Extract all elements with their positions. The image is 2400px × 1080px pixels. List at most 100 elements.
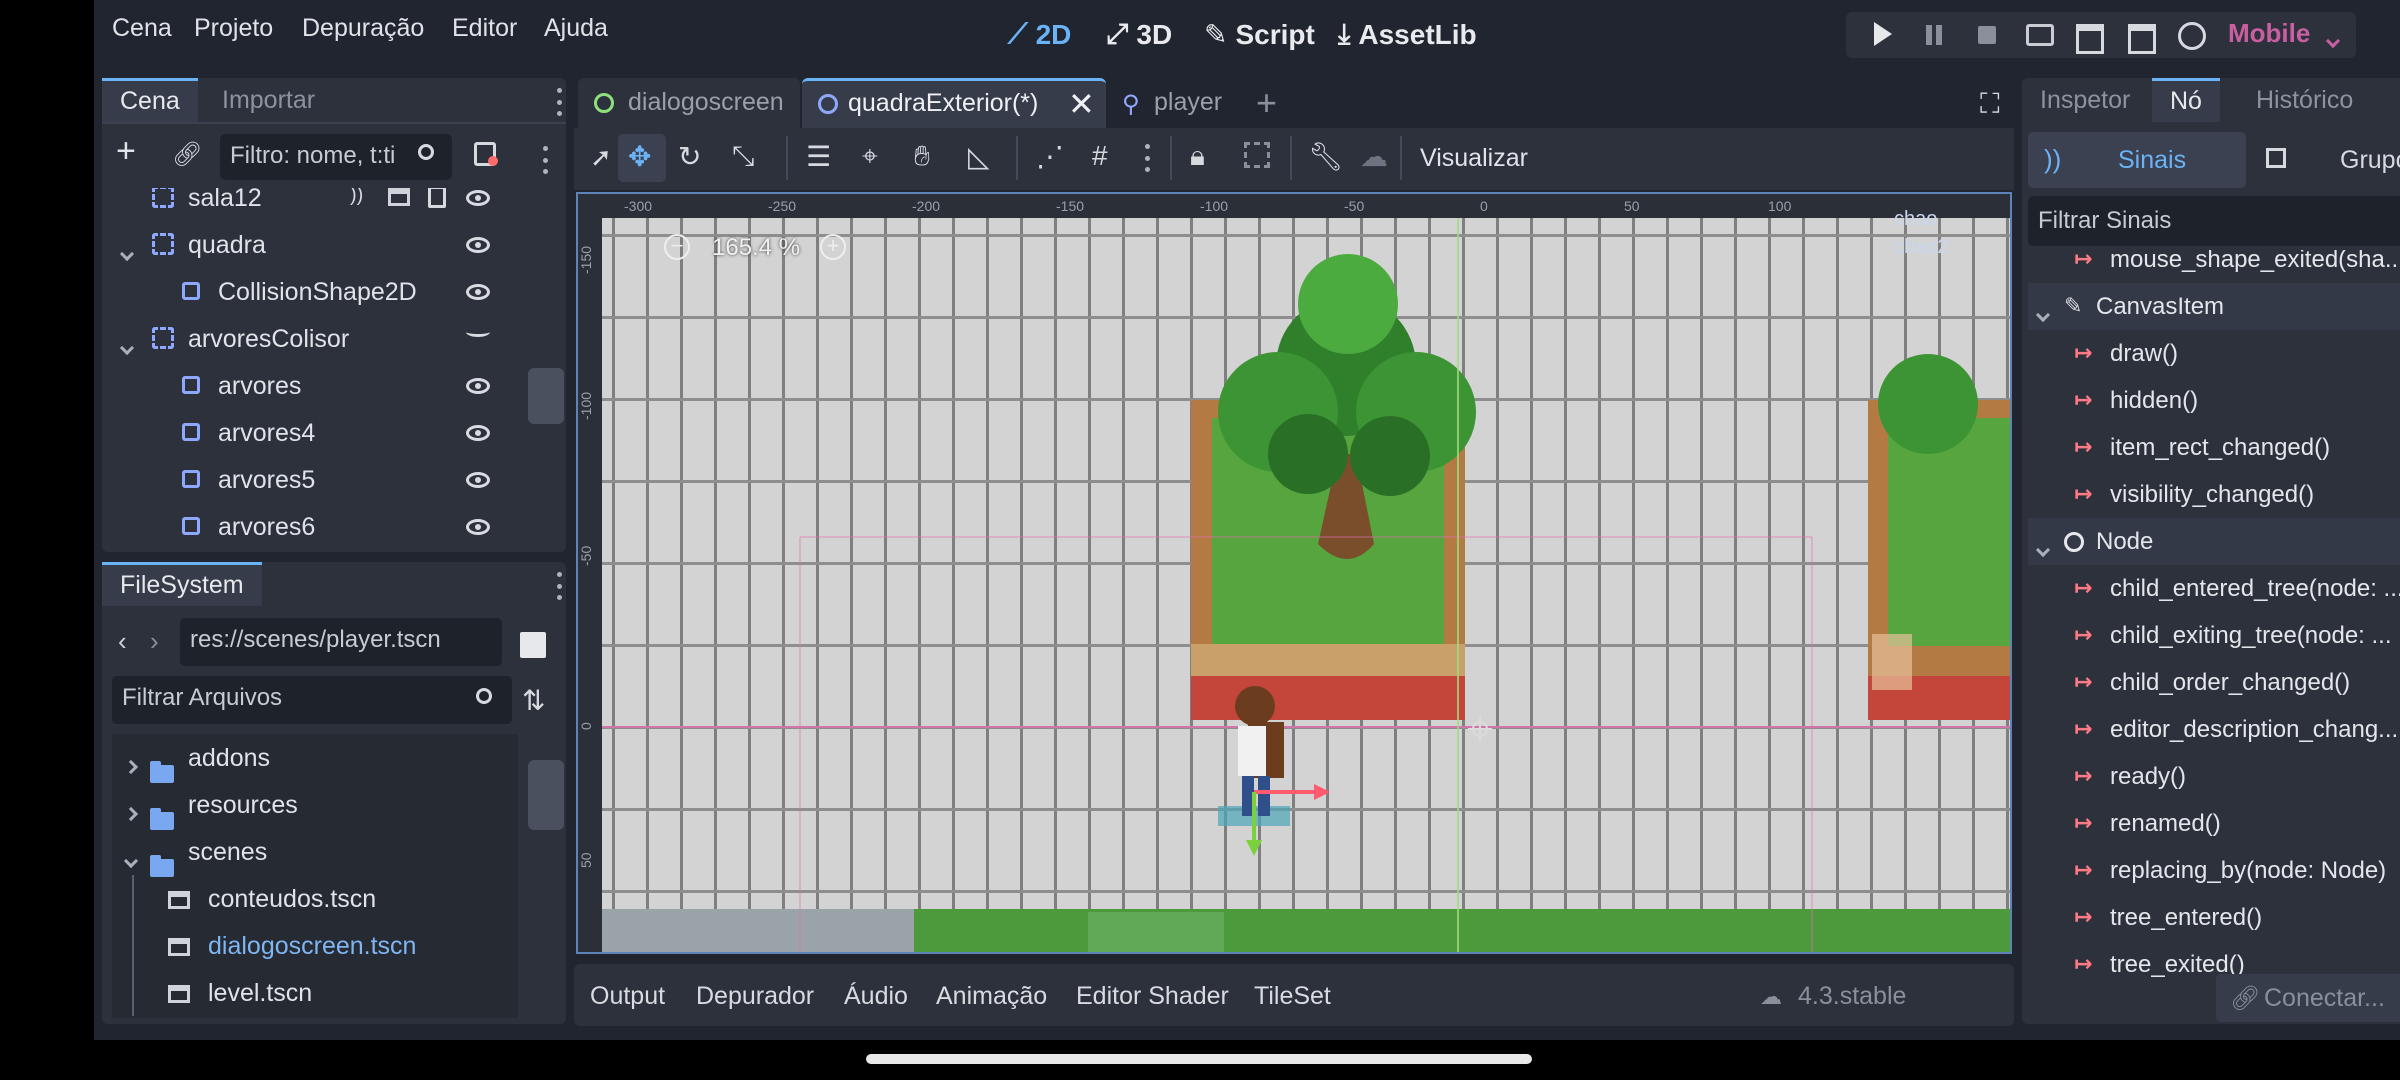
eye-icon[interactable] — [466, 284, 490, 300]
workspace-script-button[interactable]: ✎ Script — [1204, 18, 1315, 51]
chevron-right-icon[interactable] — [123, 750, 139, 779]
tab-dialogoscreen[interactable]: dialogoscreen — [578, 78, 800, 128]
lock-icon[interactable]: 🔒︎ — [1190, 140, 1205, 173]
add-tab-icon[interactable]: + — [1256, 82, 1277, 124]
file-row[interactable]: conteudos.tscn — [112, 875, 518, 922]
tab-output[interactable]: Output — [590, 982, 665, 1011]
scene-instance-icon[interactable] — [388, 188, 410, 206]
script-icon[interactable] — [428, 188, 446, 208]
eye-icon[interactable] — [466, 190, 490, 206]
snap-options-icon[interactable] — [1144, 144, 1150, 172]
tab-cena[interactable]: Cena — [102, 78, 198, 122]
scene-node-row[interactable]: arvores — [102, 362, 518, 409]
eye-icon[interactable] — [466, 425, 490, 441]
play-scene-icon[interactable] — [2076, 24, 2104, 54]
grid-snap-icon[interactable]: # — [1092, 140, 1108, 172]
update-spinner-icon[interactable]: ☁ — [1760, 984, 1782, 1010]
signal-class-header[interactable]: ✎ CanvasItem — [2028, 283, 2400, 330]
tab-editor-shader[interactable]: Editor Shader — [1076, 982, 1229, 1011]
eye-icon[interactable] — [466, 519, 490, 535]
eye-closed-icon[interactable] — [466, 327, 490, 337]
file-row[interactable]: resources — [112, 781, 518, 830]
workspace-assetlib-button[interactable]: ⤓ AssetLib — [1338, 18, 1477, 51]
zoom-level[interactable]: 165.4 % — [712, 234, 800, 262]
home-gesture-bar[interactable] — [866, 1054, 1532, 1064]
tab-filesystem[interactable]: FileSystem — [102, 562, 262, 606]
menu-editor[interactable]: Editor — [452, 14, 517, 43]
tab-sinais[interactable]: )) Sinais — [2028, 132, 2246, 188]
tab-player[interactable]: ⚲ player — [1108, 78, 1238, 128]
tab-no[interactable]: Nó — [2152, 78, 2220, 122]
viewport-2d[interactable]: -300 -250 -200 -150 -100 -50 0 50 100 -1… — [576, 192, 2012, 954]
file-row[interactable]: level.tscn — [112, 969, 518, 1016]
group-icon[interactable] — [1244, 142, 1270, 168]
play-icon[interactable] — [1874, 22, 1892, 46]
eye-icon[interactable] — [466, 378, 490, 394]
signal-row[interactable]: ↦ draw() — [2028, 330, 2400, 377]
workspace-2d-button[interactable]: ⟋ 2D — [1008, 18, 1071, 51]
close-icon[interactable]: ✕ — [1068, 85, 1095, 123]
tab-audio[interactable]: Áudio — [844, 982, 908, 1011]
tab-inspetor[interactable]: Inspetor — [2022, 78, 2148, 122]
signal-row[interactable]: ↦ editor_description_chang... — [2028, 706, 2400, 753]
remote-debug-icon[interactable] — [2026, 24, 2054, 46]
select-tool-icon[interactable]: ➚ — [590, 142, 612, 173]
signal-row[interactable]: ↦ tree_entered() — [2028, 894, 2400, 941]
chevron-down-icon[interactable] — [123, 844, 139, 873]
scene-node-row[interactable]: sala12)) — [102, 188, 518, 221]
menu-depuracao[interactable]: Depuração — [302, 14, 424, 43]
signal-filter-input[interactable]: Filtrar Sinais — [2028, 196, 2400, 246]
ruler-icon[interactable]: ◺ — [968, 140, 990, 173]
scene-node-row[interactable]: arvores5 — [102, 456, 518, 503]
view-menu[interactable]: Visualizar — [1420, 144, 1528, 173]
chevron-down-icon[interactable] — [2035, 534, 2051, 562]
back-icon[interactable]: ‹ — [118, 626, 127, 657]
eye-icon[interactable] — [466, 237, 490, 253]
signal-row[interactable]: ↦ ready() — [2028, 753, 2400, 800]
scene-node-row[interactable]: arvores6 — [102, 503, 518, 550]
tab-depurador[interactable]: Depurador — [696, 982, 814, 1011]
forward-icon[interactable]: › — [150, 626, 159, 657]
tab-historico[interactable]: Histórico — [2238, 78, 2371, 122]
chevron-down-icon[interactable] — [2035, 299, 2051, 327]
menu-cena[interactable]: Cena — [112, 14, 172, 43]
file-row[interactable]: dialogoscreen.tscn — [112, 922, 518, 969]
tab-quadraexterior[interactable]: quadraExterior(*) ✕ — [802, 78, 1106, 128]
connect-button[interactable]: 🔗︎ Conectar... — [2216, 974, 2400, 1022]
signal-row[interactable]: ↦ child_exiting_tree(node: ... — [2028, 612, 2400, 659]
signal-row[interactable]: ↦ child_order_changed() — [2028, 659, 2400, 706]
move-tool-icon[interactable]: ✥ — [628, 140, 651, 173]
signal-row[interactable]: ↦ child_entered_tree(node: ... — [2028, 565, 2400, 612]
scene-node-row[interactable]: CollisionShape2D — [102, 268, 518, 315]
path-field[interactable]: res://scenes/player.tscn — [180, 618, 502, 666]
add-node-icon[interactable]: + — [116, 132, 136, 171]
file-tree-scrollbar[interactable] — [528, 760, 564, 830]
sort-icon[interactable]: ⇅ — [522, 684, 545, 717]
file-row[interactable]: addons — [112, 734, 518, 783]
signal-row[interactable]: ↦ replacing_by(node: Node) — [2028, 847, 2400, 894]
signal-row[interactable]: ↦ visibility_changed() — [2028, 471, 2400, 518]
menu-ajuda[interactable]: Ajuda — [544, 14, 608, 43]
scene-menu-icon[interactable] — [542, 146, 548, 174]
signal-connections-icon[interactable]: )) — [350, 188, 363, 207]
stop-icon[interactable] — [1978, 26, 1996, 44]
skeleton-icon[interactable]: 🔧︎ — [1308, 140, 1344, 173]
play-custom-scene-icon[interactable] — [2128, 24, 2156, 54]
signal-row[interactable]: ↦ mouse_shape_exited(sha... — [2028, 250, 2400, 283]
scene-filter-input[interactable]: Filtro: nome, t:ti — [220, 134, 452, 180]
filesystem-menu-icon[interactable] — [556, 572, 562, 600]
file-filter-input[interactable]: Filtrar Arquivos — [112, 676, 512, 724]
scene-node-row[interactable]: quadra — [102, 221, 518, 268]
tab-animacao[interactable]: Animação — [936, 982, 1047, 1011]
link-icon[interactable]: 🔗︎ — [172, 140, 202, 169]
signal-row[interactable]: ↦ renamed() — [2028, 800, 2400, 847]
file-row[interactable]: scenes — [112, 828, 518, 877]
tab-importar[interactable]: Importar — [204, 78, 333, 122]
eye-icon[interactable] — [466, 472, 490, 488]
signal-row[interactable]: ↦ item_rect_changed() — [2028, 424, 2400, 471]
distraction-free-icon[interactable]: ⛶ — [1980, 88, 2000, 121]
zoom-in-icon[interactable]: + — [820, 234, 846, 260]
movie-maker-icon[interactable] — [2178, 22, 2206, 50]
zoom-out-icon[interactable]: − — [664, 234, 690, 260]
signal-row[interactable]: ↦ hidden() — [2028, 377, 2400, 424]
